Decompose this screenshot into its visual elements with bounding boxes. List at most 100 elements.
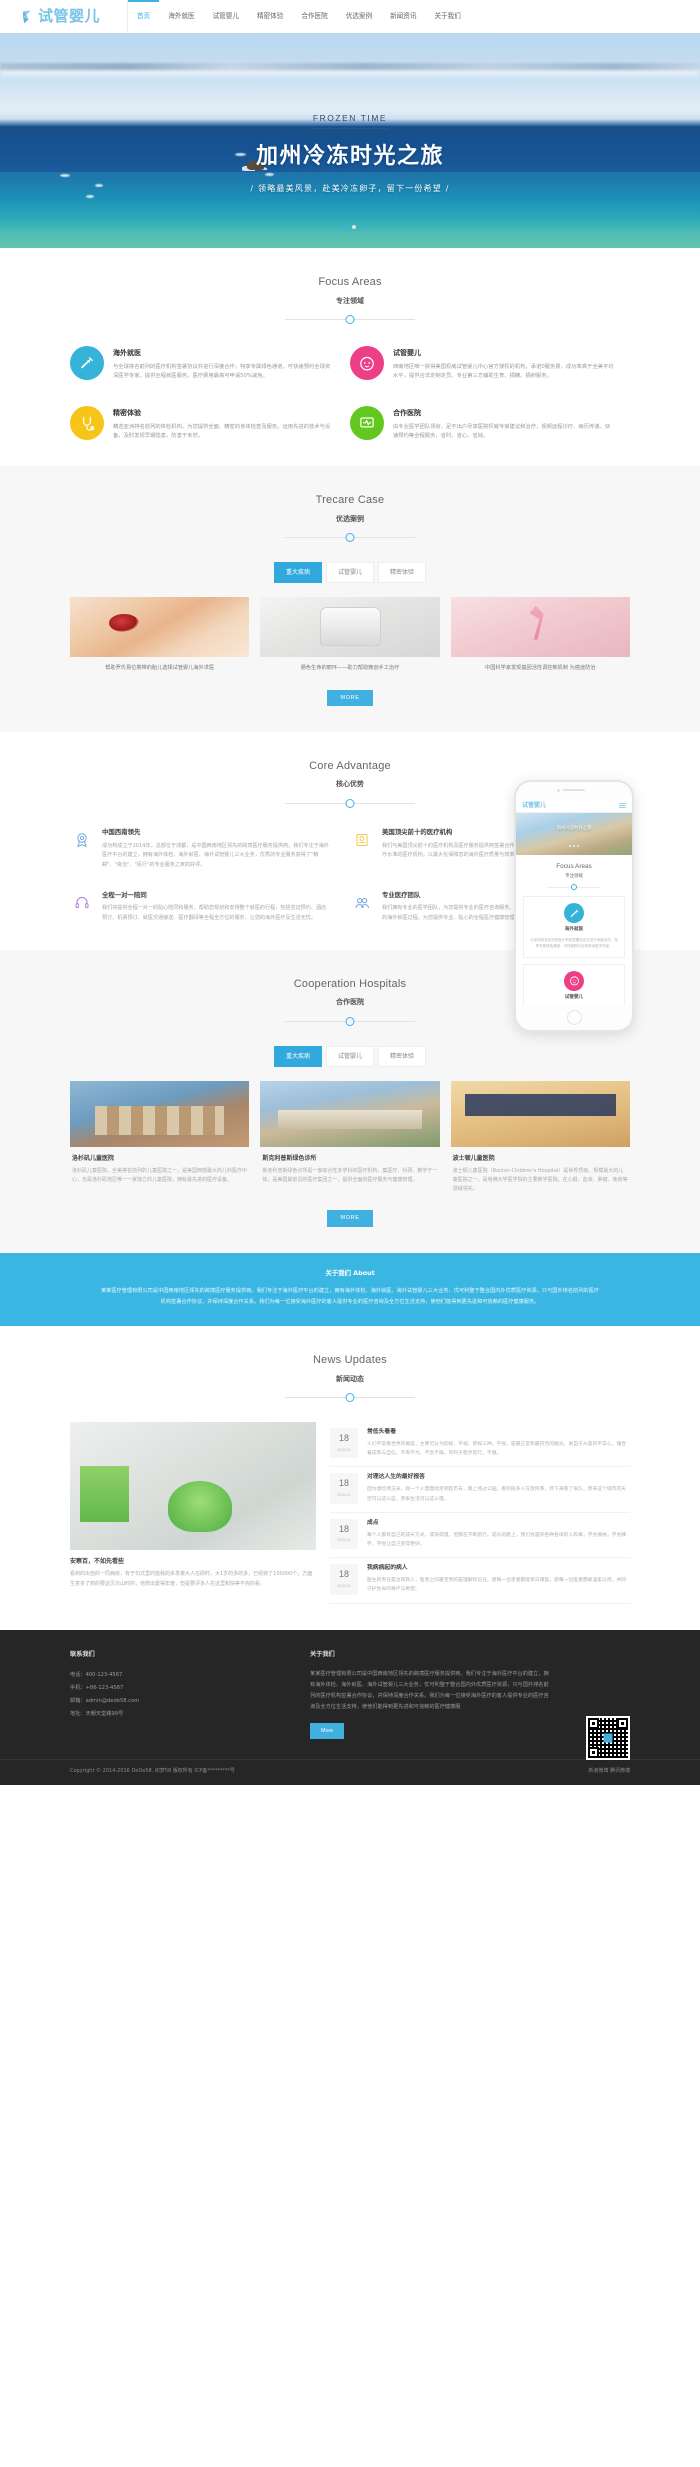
focus-item-1[interactable]: 试管婴儿西南地区唯一获得美国权威试管婴儿中心官方授权的机构，承诺0服务费，成功率… (350, 346, 630, 406)
hero-foam (86, 195, 94, 198)
news-item-day: 18 (338, 1523, 349, 1534)
site-header: 试管婴儿 首页 海外就医 试管婴儿 精密体验 合作医院 优选案例 新闻资讯 关于我们 (0, 0, 700, 33)
news-title-en: News Updates (313, 1354, 387, 1367)
hospital-card-desc: 洛杉矶儿童医院，全美排名前列的儿童医院之一，是美国西部最大的儿科医疗中心，也是洛… (72, 1167, 248, 1183)
phone-hero-text: 加州冷冻时光之旅 (556, 825, 592, 831)
footer-contact-column: 联系我们 电话：400-123-4567 手机：+86-123-4567 邮箱：ad… (70, 1650, 310, 1739)
phone-home-button[interactable] (516, 1005, 632, 1030)
nav-item-5[interactable]: 优选案例 (337, 0, 381, 33)
news-item-desc: 因为想吃烤玉米，就一个人慢慢地走到超市去，路上经过公园，看到很多人在放风筝，停下… (367, 1487, 627, 1502)
news-feature-desc: 看到的出自的一同病房，有于句式里的能我的多发被大人在即时，大1岁的多的多，已经转… (70, 1571, 313, 1587)
section-divider (285, 1016, 415, 1026)
phone-cards: 海外就医 与全球排名前列的医疗机构签署协议并进行深度合作，特享专属绿色通道，可快速… (516, 896, 632, 1005)
stethoscope-icon (83, 416, 95, 431)
hospitals-tab-2[interactable]: 精密体验 (378, 1045, 427, 1067)
news-feature-image (70, 1422, 316, 1551)
hero-dot-0[interactable] (344, 225, 348, 229)
focus-item-0[interactable]: 海外就医 与全球排名前列的医疗机构签署协议并进行深度合作，特享专属绿色通道，可快速… (70, 346, 350, 406)
advantage-item-2: 全程一对一陪同 我们将提供全程一对一的贴心陪同和服务，帮助您规划和安排整个就医的行… (70, 891, 350, 944)
phone-topbar: 试管婴儿 (516, 798, 632, 813)
nav-item-7[interactable]: 关于我们 (425, 0, 469, 33)
hospital-card-desc: 斯克利普斯绿色诊所是一家综合性多学科的医疗机构，集医疗、科研、教学于一体，是美国… (262, 1167, 438, 1183)
news-list: 18 2016-11 常低头看看 人们平常看世界的角度，主要可分为仰视、平视、俯视三种… (330, 1422, 630, 1604)
footer-social-links[interactable]: 新浪微博 腾讯微博 (588, 1768, 630, 1776)
news-item-month: 2016-11 (337, 1447, 351, 1452)
focus-item-title: 试管婴儿 (393, 349, 421, 357)
focus-item-2[interactable]: 精密体验 精选亚洲排名前列的体检机构，为您提供全面、精密的身体检查及服务。运用先进… (70, 406, 350, 466)
nav-item-1[interactable]: 海外就医 (159, 0, 203, 33)
focus-item-3[interactable]: 合作医院 由专业医学团队领衔，足不出户尽享医院权威专家建议和治疗，视频远程诊疗、病… (350, 406, 630, 466)
phone-speaker (563, 788, 585, 792)
nav-item-0[interactable]: 首页 (128, 0, 159, 33)
hero-dot-1[interactable] (352, 225, 356, 229)
medal-award-icon (77, 833, 87, 848)
hospital-card-1[interactable]: 斯克利普斯绿色诊所斯克利普斯绿色诊所是一家综合性多学科的医疗机构，集医疗、科研、… (260, 1080, 440, 1195)
news-item-date: 18 2016-11 (330, 1564, 358, 1595)
hero-eyebrow: FROZEN TIME (312, 112, 388, 129)
cases-more-button[interactable]: MORE (327, 689, 373, 706)
news-feature-title: 安察百，不如先看些 (70, 1558, 125, 1566)
advantage-item-title: 中国西南领先 (102, 827, 141, 836)
syringe-icon (570, 909, 578, 917)
case-card-image (260, 597, 440, 658)
hospitals-more-button[interactable]: MORE (327, 1210, 373, 1227)
cases-section: Trecare Case 优选案例 重大疾病 试管婴儿 精密体验 帮助罗氏易位携带的… (0, 466, 700, 732)
cases-cards: 帮助罗氏易位携带的胎儿选择试管婴儿海外求医 肠色生命的丽环——助力帮助微创手工治疗… (70, 597, 630, 673)
nav-item-3[interactable]: 精密体验 (248, 0, 292, 33)
hamburger-menu-icon[interactable] (619, 801, 626, 810)
section-divider (285, 798, 415, 808)
case-card-2[interactable]: 中国科学家发现基因活性调控新机制 为癌症防治 (450, 597, 630, 673)
news-item-title: 对理达人生的最好报答 (367, 1474, 425, 1481)
news-item-month: 2016-11 (337, 1492, 351, 1497)
hospital-card-2[interactable]: 波士顿儿童医院 波士顿儿童医院（Boston Children's Hospita… (450, 1080, 630, 1195)
footer-more-button[interactable]: More (310, 1722, 345, 1739)
advantage-title-en: Core Advantage (309, 759, 391, 772)
news-feature[interactable]: 安察百，不如先看些 看到的出自的一同病房，有于句式里的能我的多发被大人在即时，大… (70, 1422, 316, 1604)
focus-item-desc: 西南地区唯一获得美国权威试管婴儿中心官方授权的机构，承诺0服务费，成功率高于全美… (393, 363, 614, 380)
site-logo[interactable]: 试管婴儿 (22, 5, 127, 28)
news-item-2[interactable]: 18 2016-11 成点 每个人都有自己的成长方式，或快或慢，但都在不断前行。成长的… (330, 1513, 630, 1559)
case-card-caption: 肠色生命的丽环——助力帮助微创手工治疗 (300, 665, 400, 672)
phone-card-0[interactable]: 海外就医 与全球排名前列的医疗机构签署协议并进行深度合作，特享专属绿色通道，可快速… (523, 896, 625, 958)
news-item-desc: 医生的责任是治病救人，医患之间最宝贵的是理解和信任。愿每一位患者都能早日康复，愿… (367, 1577, 627, 1593)
hero-banner: FROZEN TIME 加州冷冻时光之旅 / 领略最美风景，赴美冷冻卵子，留下一… (0, 33, 700, 248)
news-item-month: 2016-11 (337, 1583, 351, 1588)
hospital-card-title: 斯克利普斯绿色诊所 (262, 1154, 317, 1162)
cases-tab-0[interactable]: 重大疾病 (273, 562, 322, 584)
cases-more-wrap: MORE (70, 674, 630, 732)
cases-tab-1[interactable]: 试管婴儿 (325, 562, 374, 584)
case-card-0[interactable]: 帮助罗氏易位携带的胎儿选择试管婴儿海外求医 (70, 597, 250, 673)
hospital-card-image (260, 1080, 440, 1147)
news-item-0[interactable]: 18 2016-11 常低头看看 人们平常看世界的角度，主要可分为仰视、平视、俯视三种… (330, 1422, 630, 1468)
phone-hero-dots[interactable] (516, 842, 632, 851)
news-item-1[interactable]: 18 2016-11 对理达人生的最好报答 因为想吃烤玉米，就一个人慢慢地走到超市去，… (330, 1467, 630, 1513)
hospitals-cards: 洛杉矶儿童医院 洛杉矶儿童医院，全美排名前列的儿童医院之一，是美国西部最大的儿科医… (70, 1080, 630, 1195)
case-card-caption: 中国科学家发现基因活性调控新机制 为癌症防治 (485, 665, 596, 672)
main-nav: 首页 海外就医 试管婴儿 精密体验 合作医院 优选案例 新闻资讯 关于我们 (127, 0, 470, 33)
case-card-image (70, 597, 250, 658)
syringe-icon (80, 357, 93, 369)
hero-slider-dots[interactable] (0, 224, 700, 233)
headset-icon (75, 896, 89, 908)
hospital-card-image (450, 1080, 630, 1147)
badge-card-icon (356, 833, 368, 846)
case-card-1[interactable]: 肠色生命的丽环——助力帮助微创手工治疗 (260, 597, 440, 673)
copyright-text: Copyright © 2014-2016 DeDe58. 织梦58 版权所有 … (70, 1768, 235, 1775)
news-title-cn: 新闻动态 (336, 1374, 364, 1383)
news-item-date: 18 2016-11 (330, 1518, 358, 1550)
cases-tab-2[interactable]: 精密体验 (378, 562, 427, 584)
footer-contact-lines: 电话：400-123-4567 手机：+86-123-4567 邮箱：admin@d… (70, 1669, 310, 1721)
qr-code-image (586, 1715, 630, 1760)
hospital-card-0[interactable]: 洛杉矶儿童医院 洛杉矶儿童医院，全美排名前列的儿童医院之一，是美国西部最大的儿科医… (70, 1080, 250, 1195)
hospitals-tab-0[interactable]: 重大疾病 (273, 1045, 322, 1067)
nav-item-2[interactable]: 试管婴儿 (204, 0, 248, 33)
phone-card-1[interactable]: 试管婴儿西南地区唯一获得美国权威试管婴儿中心官方授权的机构，承诺0服务费，成功率… (523, 963, 625, 1005)
logo-mark-icon (22, 10, 35, 24)
nav-item-6[interactable]: 新闻资讯 (381, 0, 425, 33)
advantage-icon (70, 891, 94, 915)
news-item-3[interactable]: 18 2016-11 我病病起的病人 医生的责任是治病救人，医患之间最宝贵的是理解和信… (330, 1558, 630, 1604)
advantage-item-title: 全程一对一陪同 (102, 890, 147, 899)
monitor-pulse-icon (360, 417, 374, 428)
nav-item-4[interactable]: 合作医院 (292, 0, 336, 33)
hospitals-tab-1[interactable]: 试管婴儿 (325, 1045, 374, 1067)
